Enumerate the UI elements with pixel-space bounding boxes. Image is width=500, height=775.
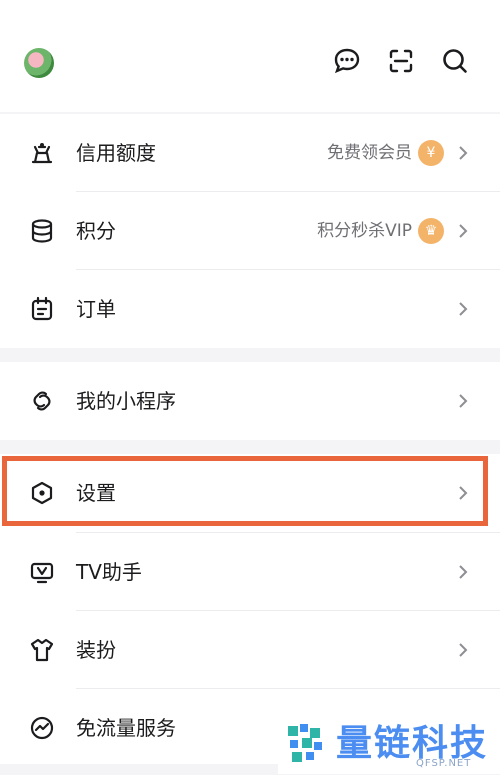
menu-item-label: 装扮 (76, 638, 116, 662)
chevron-right-icon (459, 486, 468, 500)
menu-item-settings[interactable]: 设置 (0, 454, 500, 532)
trend-circle-icon (30, 716, 54, 740)
search-icon[interactable] (440, 46, 470, 76)
promo-text: 免费领会员 (327, 143, 412, 163)
menu-item-dress-up[interactable]: 装扮 (0, 611, 500, 689)
watermark-logo-icon (288, 724, 322, 762)
chevron-right-icon (459, 394, 468, 408)
menu-item-credit-limit[interactable]: 信用额度 免费领会员 ¥ (0, 114, 500, 192)
chevron-right-icon (459, 146, 468, 160)
watermark-site: QFSP.NET (416, 758, 472, 769)
tshirt-icon (30, 638, 54, 662)
message-icon[interactable] (332, 46, 362, 76)
credit-icon (31, 143, 53, 164)
order-icon (31, 296, 53, 321)
database-icon (31, 219, 53, 243)
top-bar (0, 0, 500, 112)
menu-item-points[interactable]: 积分 积分秒杀VIP ♛ (0, 192, 500, 270)
menu-item-tv-assistant[interactable]: TV助手 (0, 533, 500, 611)
link-icon (33, 391, 51, 411)
menu-item-label: TV助手 (76, 560, 142, 584)
avatar[interactable] (24, 48, 54, 78)
menu-item-label: 我的小程序 (76, 389, 176, 413)
chevron-right-icon (459, 643, 468, 657)
scan-icon[interactable] (386, 46, 416, 76)
tv-icon (30, 562, 54, 584)
chevron-right-icon (459, 302, 468, 316)
crown-badge-icon: ♛ (418, 218, 444, 244)
menu-item-label: 积分 (76, 219, 116, 243)
menu-item-orders[interactable]: 订单 (0, 270, 500, 348)
watermark: 量链科技 QFSP.NET (278, 712, 500, 774)
chevron-right-icon (459, 224, 468, 238)
menu-item-label: 信用额度 (76, 141, 156, 165)
chevron-right-icon (459, 565, 468, 579)
settings-hexagon-icon (31, 481, 53, 505)
menu-item-mini-programs[interactable]: 我的小程序 (0, 362, 500, 440)
menu-item-label: 设置 (76, 481, 116, 505)
promo-text: 积分秒杀VIP (317, 221, 412, 241)
menu-item-label: 订单 (76, 297, 116, 321)
menu-item-label: 免流量服务 (76, 716, 176, 740)
coin-badge-icon: ¥ (418, 140, 444, 166)
